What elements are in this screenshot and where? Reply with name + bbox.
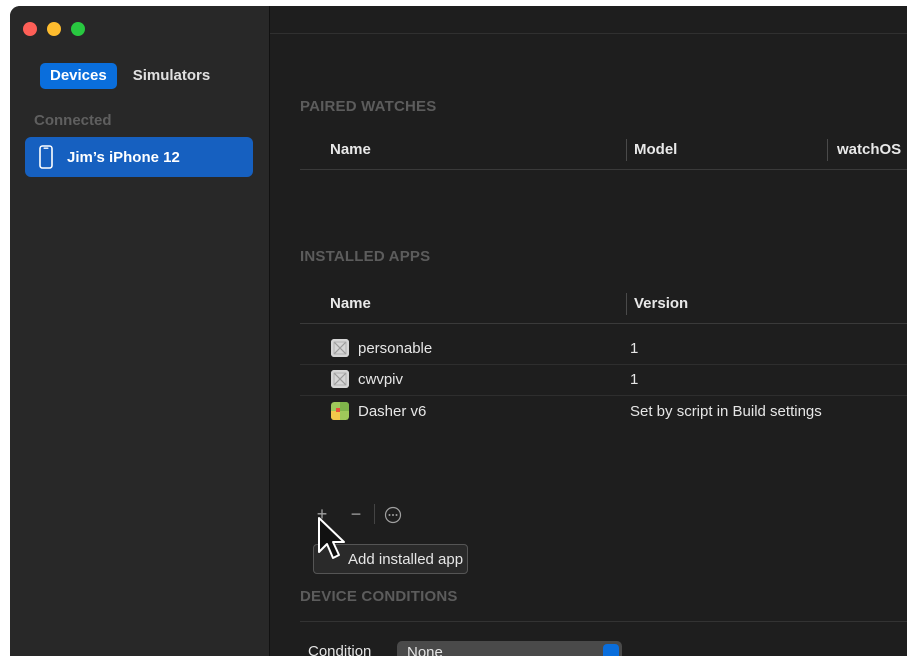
mouse-pointer-icon	[318, 517, 345, 559]
dasher-app-icon	[331, 402, 349, 420]
app-version: 1	[630, 371, 639, 388]
placeholder-app-icon	[331, 370, 349, 388]
condition-label: Condition	[308, 643, 372, 656]
tab-devices[interactable]: Devices	[40, 63, 117, 89]
remove-app-button[interactable]: −	[344, 502, 368, 526]
column-header-version[interactable]: Version	[634, 285, 688, 323]
app-name: personable	[358, 340, 433, 357]
more-circle-icon	[384, 507, 402, 524]
devices-window: Devices Simulators Connected Jim’s iPhon…	[10, 6, 907, 656]
placeholder-app-icon	[331, 339, 349, 357]
devices-simulators-switcher: Devices Simulators	[40, 63, 220, 89]
column-header-name[interactable]: Name	[330, 131, 371, 169]
column-separator	[626, 293, 627, 315]
app-version: Set by script in Build settings	[630, 403, 822, 420]
section-divider	[300, 621, 907, 622]
more-actions-button[interactable]	[381, 502, 405, 526]
tab-simulators[interactable]: Simulators	[123, 63, 221, 89]
paired-watches-title: PAIRED WATCHES	[300, 98, 437, 115]
column-separator	[827, 139, 828, 161]
app-name: cwvpiv	[358, 371, 404, 388]
actions-separator	[374, 504, 375, 524]
condition-select[interactable]: None	[397, 641, 622, 656]
installed-apps-header: Name Version	[300, 285, 907, 324]
app-version: 1	[630, 340, 639, 357]
table-row[interactable]: personable 1	[300, 333, 907, 365]
device-name: Jim’s iPhone 12	[67, 148, 180, 166]
device-detail-pane: PAIRED WATCHES Name Model watchOS INSTAL…	[270, 6, 907, 656]
column-header-name[interactable]: Name	[330, 285, 371, 323]
zoom-window-button[interactable]	[71, 22, 85, 36]
iphone-icon	[39, 145, 53, 169]
close-window-button[interactable]	[23, 22, 37, 36]
column-separator	[626, 139, 627, 161]
sidebar: Devices Simulators Connected Jim’s iPhon…	[10, 6, 270, 656]
installed-apps-title: INSTALLED APPS	[300, 248, 431, 265]
connected-section-label: Connected	[34, 112, 112, 129]
sidebar-item-device[interactable]: Jim’s iPhone 12	[25, 137, 253, 177]
minimize-window-button[interactable]	[47, 22, 61, 36]
table-row[interactable]: cwvpiv 1	[300, 364, 907, 396]
app-name: Dasher v6	[358, 403, 427, 420]
condition-value: None	[407, 644, 443, 656]
device-conditions-title: DEVICE CONDITIONS	[300, 588, 458, 605]
toolbar-divider	[270, 33, 907, 34]
table-row[interactable]: Dasher v6 Set by script in Build setting…	[300, 396, 907, 427]
chevron-up-down-icon	[603, 644, 619, 656]
column-header-model[interactable]: Model	[634, 131, 677, 169]
column-header-watchos[interactable]: watchOS	[837, 131, 901, 169]
paired-watches-header: Name Model watchOS	[300, 131, 907, 170]
